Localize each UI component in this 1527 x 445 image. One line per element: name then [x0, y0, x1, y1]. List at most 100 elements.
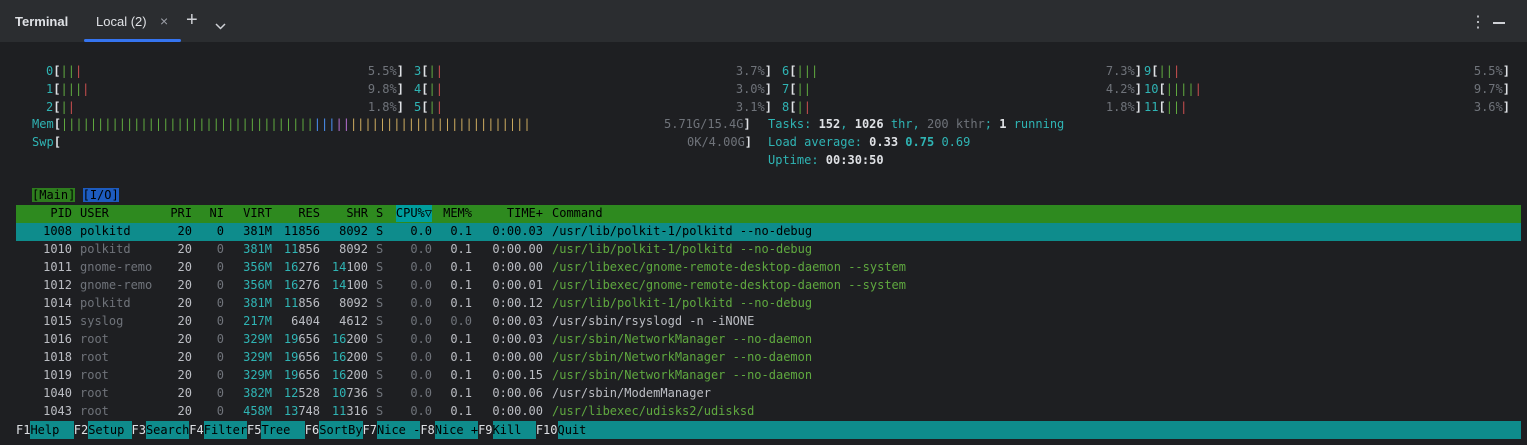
new-tab-plus-icon[interactable]: + — [186, 9, 198, 32]
fkey-label-f9[interactable]: Kill — [492, 421, 536, 439]
chevron-down-icon[interactable] — [215, 18, 226, 33]
terminal-content[interactable]: 0[||| 5.5%] 1[|||| 9.8%] 2[|| 1.8%] 3[|| 3.7%] 4… — [0, 43, 1527, 445]
cpu-meter-9: 9[||| — [1144, 64, 1181, 78]
tab-io[interactable]: [I/O] — [82, 188, 119, 202]
cell-virt: 458M — [243, 404, 272, 418]
cell-shr: 11316 — [331, 404, 368, 418]
cell-mem: 0.1 — [450, 296, 472, 310]
column-header-mem[interactable]: MEM% — [443, 205, 472, 222]
cell-cpu: 0.0 — [410, 260, 432, 274]
cell-cmd: /usr/sbin/ModemManager — [552, 386, 711, 400]
fkey-f10[interactable]: F10 — [536, 421, 558, 439]
cell-pid: 1016 — [43, 332, 72, 346]
cell-ni: 0 — [216, 242, 224, 256]
fkey-f5[interactable]: F5 — [247, 421, 261, 439]
cpu-percent-6: 7.3%] — [1105, 64, 1142, 78]
fkey-label-f7[interactable]: Nice - — [377, 421, 421, 439]
cell-pri: 20 — [177, 350, 192, 364]
cell-ni: 0 — [216, 368, 224, 382]
cell-pri: 20 — [177, 332, 192, 346]
cell-res: 16276 — [283, 260, 320, 274]
cell-mem: 0.1 — [450, 350, 472, 364]
cell-s: S — [376, 404, 384, 418]
cpu-meter-6: 6[||| — [782, 64, 819, 78]
column-header-cpu[interactable]: CPU%▽ — [395, 205, 432, 222]
cell-ni: 0 — [216, 260, 224, 274]
cell-pid: 1043 — [43, 404, 72, 418]
fkey-f8[interactable]: F8 — [420, 421, 434, 439]
cell-user: root — [80, 386, 109, 400]
fkey-f9[interactable]: F9 — [478, 421, 492, 439]
tab-main[interactable]: [Main] — [32, 188, 76, 202]
column-header-shr[interactable]: SHR — [346, 205, 368, 222]
cpu-meter-8: 8[|| — [782, 100, 811, 114]
cell-cpu: 0.0 — [410, 242, 432, 256]
fkey-f7[interactable]: F7 — [363, 421, 377, 439]
fkey-label-f8[interactable]: Nice + — [434, 421, 479, 439]
minimize-icon[interactable] — [1493, 22, 1505, 24]
fkey-label-f3[interactable]: Search — [145, 421, 190, 439]
column-header-res[interactable]: RES — [298, 205, 320, 222]
cell-mem: 0.1 — [450, 260, 472, 274]
cell-ni: 0 — [216, 278, 224, 292]
cell-pid: 1014 — [43, 296, 72, 310]
cell-pri: 20 — [177, 314, 192, 328]
cell-mem: 0.1 — [450, 242, 472, 256]
uptime-line: Uptime: 00:30:50 — [768, 153, 884, 167]
load-average-line: Load average: 0.33 0.75 0.69 — [768, 135, 971, 149]
fkey-label-f4[interactable]: Filter — [203, 421, 248, 439]
process-table-header[interactable]: PID USER PRI NI VIRT RES SHR S CPU%▽ MEM% TIME+ Com… — [16, 205, 1521, 223]
cpu-meter-2: 2[|| — [46, 100, 75, 114]
fkey-f2[interactable]: F2 — [74, 421, 88, 439]
cell-res: 19656 — [283, 350, 320, 364]
cell-res: 19656 — [283, 368, 320, 382]
fkey-label-f6[interactable]: SortBy — [319, 421, 363, 439]
cell-s: S — [376, 260, 384, 274]
cell-mem: 0.1 — [450, 224, 472, 238]
fkey-f4[interactable]: F4 — [189, 421, 203, 439]
column-header-command[interactable]: Command — [552, 205, 603, 222]
cell-pri: 20 — [177, 368, 192, 382]
fkey-f6[interactable]: F6 — [305, 421, 319, 439]
cell-cpu: 0.0 — [410, 368, 432, 382]
more-options-icon[interactable]: ⋮ — [1470, 12, 1486, 32]
cpu-meter-0: 0[||| — [46, 64, 83, 78]
cell-ni: 0 — [216, 314, 224, 328]
cell-mem: 0.1 — [450, 404, 472, 418]
cell-shr: 16200 — [331, 332, 368, 346]
fkey-label-f5[interactable]: Tree — [261, 421, 305, 439]
cell-s: S — [376, 350, 384, 364]
cell-user: polkitd — [80, 296, 131, 310]
cell-cpu: 0.0 — [410, 404, 432, 418]
tab-local-2[interactable]: Local (2) × — [84, 4, 181, 42]
mem-value: 5.71G/15.4G] — [664, 117, 751, 131]
cell-pri: 20 — [177, 260, 192, 274]
cell-pid: 1018 — [43, 350, 72, 364]
column-header-pid[interactable]: PID — [50, 205, 72, 222]
column-header-time[interactable]: TIME+ — [507, 205, 543, 222]
fkey-label-f2[interactable]: Setup — [88, 421, 132, 439]
fkey-f3[interactable]: F3 — [132, 421, 146, 439]
cell-virt: 382M — [243, 386, 272, 400]
cell-user: syslog — [80, 314, 124, 328]
fkey-f1[interactable]: F1 — [16, 421, 30, 439]
cell-res: 16276 — [283, 278, 320, 292]
tab-label: Local (2) — [96, 14, 147, 29]
cell-user: root — [80, 332, 109, 346]
column-header-pri[interactable]: PRI — [170, 205, 192, 222]
cell-pid: 1015 — [43, 314, 72, 328]
cell-pri: 20 — [177, 278, 192, 292]
column-header-s[interactable]: S — [376, 205, 383, 222]
cell-res: 13748 — [283, 404, 320, 418]
view-tabs: [Main] [I/O] — [32, 187, 119, 204]
fkey-label-f1[interactable]: Help — [30, 421, 74, 439]
column-header-user[interactable]: USER — [80, 205, 109, 222]
cell-pri: 20 — [177, 386, 192, 400]
cell-cpu: 0.0 — [410, 350, 432, 364]
fkey-label-f10[interactable]: Quit — [557, 421, 1521, 439]
column-header-ni[interactable]: NI — [210, 205, 224, 222]
cell-s: S — [376, 386, 384, 400]
column-header-virt[interactable]: VIRT — [243, 205, 272, 222]
close-tab-icon[interactable]: × — [160, 13, 168, 29]
cell-s: S — [376, 224, 384, 238]
